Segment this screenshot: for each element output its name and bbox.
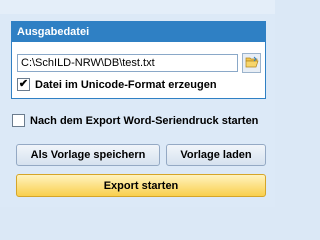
start-export-button[interactable]: Export starten [16,174,266,197]
browse-button[interactable] [242,53,261,73]
load-template-button[interactable]: Vorlage laden [166,144,266,166]
output-file-group-title: Ausgabedatei [12,22,265,42]
export-panel: Ausgabedatei ✔ Datei im Unicode-Format e… [0,0,275,207]
top-strip [0,0,275,14]
unicode-checkbox[interactable]: ✔ [17,78,30,91]
folder-open-icon [245,56,259,71]
word-serial-checkbox[interactable] [12,114,25,127]
output-path-input[interactable] [17,54,238,72]
unicode-checkbox-row[interactable]: ✔ Datei im Unicode-Format erzeugen [17,78,217,91]
output-file-group: Ausgabedatei ✔ Datei im Unicode-Format e… [11,21,266,99]
word-serial-checkbox-label: Nach dem Export Word-Seriendruck starten [30,114,259,127]
word-serial-checkbox-row[interactable]: Nach dem Export Word-Seriendruck starten [12,114,258,127]
unicode-checkbox-label: Datei im Unicode-Format erzeugen [35,78,217,91]
save-template-button[interactable]: Als Vorlage speichern [16,144,160,166]
